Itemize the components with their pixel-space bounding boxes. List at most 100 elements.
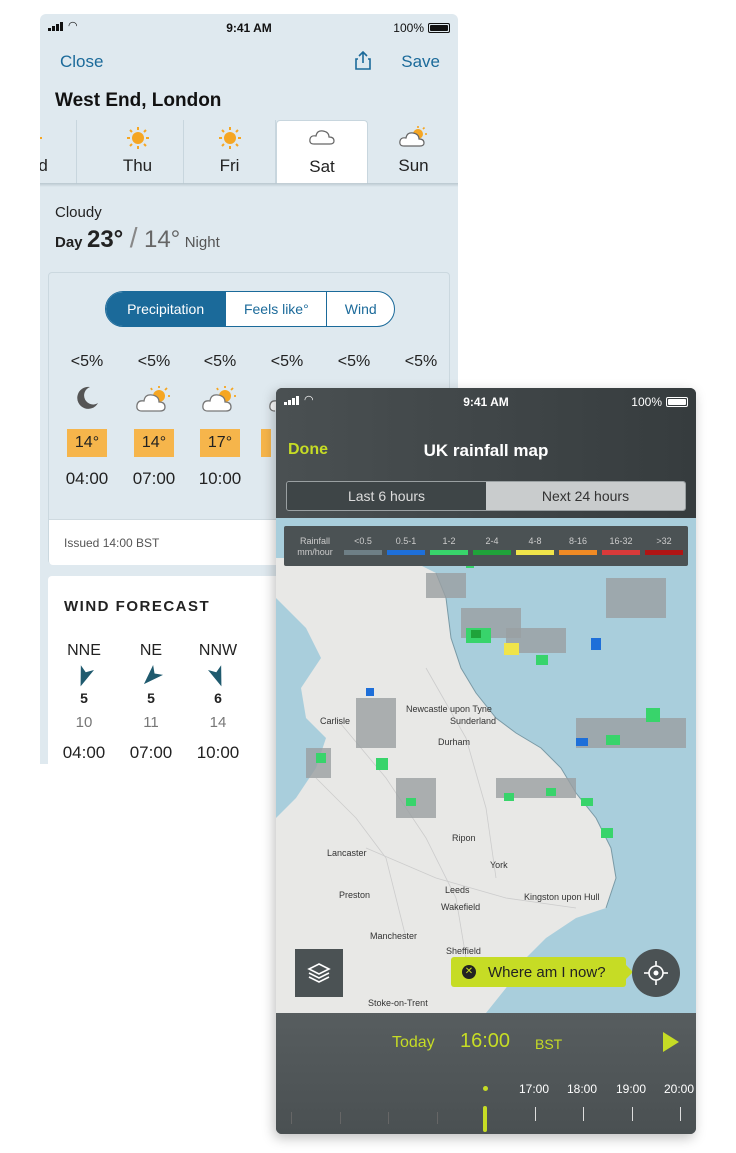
tab-sat[interactable]: Sat	[276, 120, 368, 184]
legend-swatch	[516, 550, 554, 555]
legend-swatch	[387, 550, 425, 555]
legend-swatch	[645, 550, 683, 555]
wind-gust: 11	[143, 714, 159, 731]
legend-bin: 16-32	[602, 536, 640, 555]
time-range-toggle: Last 6 hours Next 24 hours	[286, 481, 686, 511]
legend-bin-label: 1-2	[442, 536, 456, 546]
legend-bin-label: 8-16	[568, 536, 587, 546]
tab-label: Sun	[398, 156, 429, 175]
condition-text: Cloudy	[55, 204, 102, 221]
timezone-label: BST	[535, 1036, 563, 1052]
wind-time: 04:00	[62, 743, 106, 762]
wind-gust: 14	[209, 714, 227, 731]
city-label: Carlisle	[320, 716, 351, 726]
city-label: Sunderland	[450, 716, 497, 726]
timeline-tick	[437, 1112, 438, 1124]
status-bar: ◠ 9:41 AM 100%	[40, 14, 458, 40]
wind-speed: 5	[80, 690, 88, 706]
legend-swatch	[473, 550, 511, 555]
city-label: Durham	[438, 737, 471, 747]
timeline-tick	[535, 1107, 536, 1121]
hour-column: <5%	[391, 353, 451, 371]
rainfall-map-screen: ◠ 9:41 AM 100% Done UK rainfall map Last…	[276, 388, 696, 1134]
play-icon[interactable]	[663, 1032, 679, 1052]
legend-bin: 2-4	[473, 536, 511, 555]
wind-title: WIND FORECAST	[64, 598, 211, 615]
segment-wind[interactable]: Wind	[326, 292, 394, 326]
city-label: Preston	[339, 890, 371, 900]
legend-title-line: Rainfall	[299, 536, 330, 546]
where-am-i-tooltip[interactable]: ✕ Where am I now?	[451, 957, 633, 987]
city-label: York	[490, 860, 508, 870]
timeline-tick	[583, 1107, 584, 1121]
segment-precipitation[interactable]: Precipitation	[106, 292, 226, 326]
sun-cloud-icon	[124, 385, 184, 415]
wind-column: NNW 6 14 10:00	[188, 642, 248, 763]
tab-fri[interactable]: Fri	[184, 120, 276, 184]
wind-time: 10:00	[196, 743, 240, 762]
day-night-temps: Day 23° / 14° Night	[55, 222, 220, 254]
hour-time: 10:00	[198, 469, 242, 488]
legend-swatch	[344, 550, 382, 555]
map-title: UK rainfall map	[423, 441, 549, 460]
wind-arrow-icon	[188, 665, 248, 688]
precip-chance: <5%	[137, 353, 171, 370]
tab-wed[interactable]: Wed	[40, 120, 77, 184]
legend-bin-label: 4-8	[528, 536, 542, 546]
range-last-6-hours[interactable]: Last 6 hours	[287, 482, 486, 510]
issued-text: Issued 14:00 BST	[64, 536, 160, 550]
moon-icon	[57, 385, 117, 415]
save-button[interactable]: Save	[401, 52, 440, 72]
wind-speed: 6	[214, 690, 222, 706]
legend-bin-label: 2-4	[485, 536, 499, 546]
map-canvas	[276, 553, 686, 1013]
hour-column: <5%	[324, 353, 384, 371]
map-header: ◠ 9:41 AM 100% Done UK rainfall map Last…	[276, 388, 696, 518]
timeline-tick	[632, 1107, 633, 1121]
city-label: Ripon	[452, 833, 476, 843]
segment-feels-like[interactable]: Feels like°	[225, 292, 326, 326]
temp-badge: 14°	[134, 429, 174, 457]
sun-icon	[40, 126, 76, 150]
tabs-shadow	[40, 183, 458, 187]
legend-bin: 0.5-1	[387, 536, 425, 555]
timeline-tick	[340, 1112, 341, 1124]
hour-column: <5% 14° 07:00	[124, 353, 184, 489]
wind-direction: NE	[139, 642, 163, 659]
crosshair-icon	[644, 961, 668, 985]
rainfall-legend: Rainfall mm/hour <0.5 0.5-1 1-2 2-4 4-8 8-16 1…	[284, 526, 688, 566]
legend-bin-label: <0.5	[354, 536, 372, 546]
legend-title: Rainfall mm/hour	[290, 536, 340, 558]
legend-bin-label: 0.5-1	[395, 536, 417, 546]
timeline-scrubber[interactable]	[483, 1106, 487, 1132]
close-button[interactable]: Close	[60, 52, 103, 72]
legend-bin: 4-8	[516, 536, 554, 555]
tab-label: Wed	[40, 156, 48, 175]
locate-me-button[interactable]	[632, 949, 680, 997]
legend-bin: >32	[645, 536, 683, 555]
city-label: Kingston upon Hull	[524, 892, 600, 902]
tick-label: 19:00	[616, 1082, 647, 1096]
tick-label: 17:00	[519, 1082, 550, 1096]
layers-button[interactable]	[295, 949, 343, 997]
close-icon[interactable]: ✕	[462, 965, 476, 979]
precip-chance: <5%	[404, 353, 438, 370]
rainfall-map[interactable]: Carlisle Newcastle upon Tyne Sunderland …	[276, 518, 696, 1013]
legend-swatch	[602, 550, 640, 555]
legend-bin-label: >32	[656, 536, 672, 546]
wind-arrow-icon	[121, 664, 181, 688]
share-icon[interactable]	[354, 51, 372, 71]
timeline-tick	[388, 1112, 389, 1124]
legend-swatch	[430, 550, 468, 555]
tab-sun[interactable]: Sun	[368, 120, 458, 184]
range-next-24-hours[interactable]: Next 24 hours	[486, 482, 685, 510]
wind-arrow-icon	[54, 665, 114, 688]
timeline-tick	[291, 1112, 292, 1124]
temp-badge	[261, 429, 271, 457]
metric-segmented-control: Precipitation Feels like° Wind	[105, 291, 395, 327]
tab-thu[interactable]: Thu	[92, 120, 184, 184]
wind-column: NE 5 11 07:00	[121, 642, 181, 763]
cloud-icon	[277, 127, 367, 151]
timeline-bar: Today 16:00 BST 17:00 18:00 19:00 20:00	[276, 1013, 696, 1134]
sun-icon	[92, 126, 183, 150]
